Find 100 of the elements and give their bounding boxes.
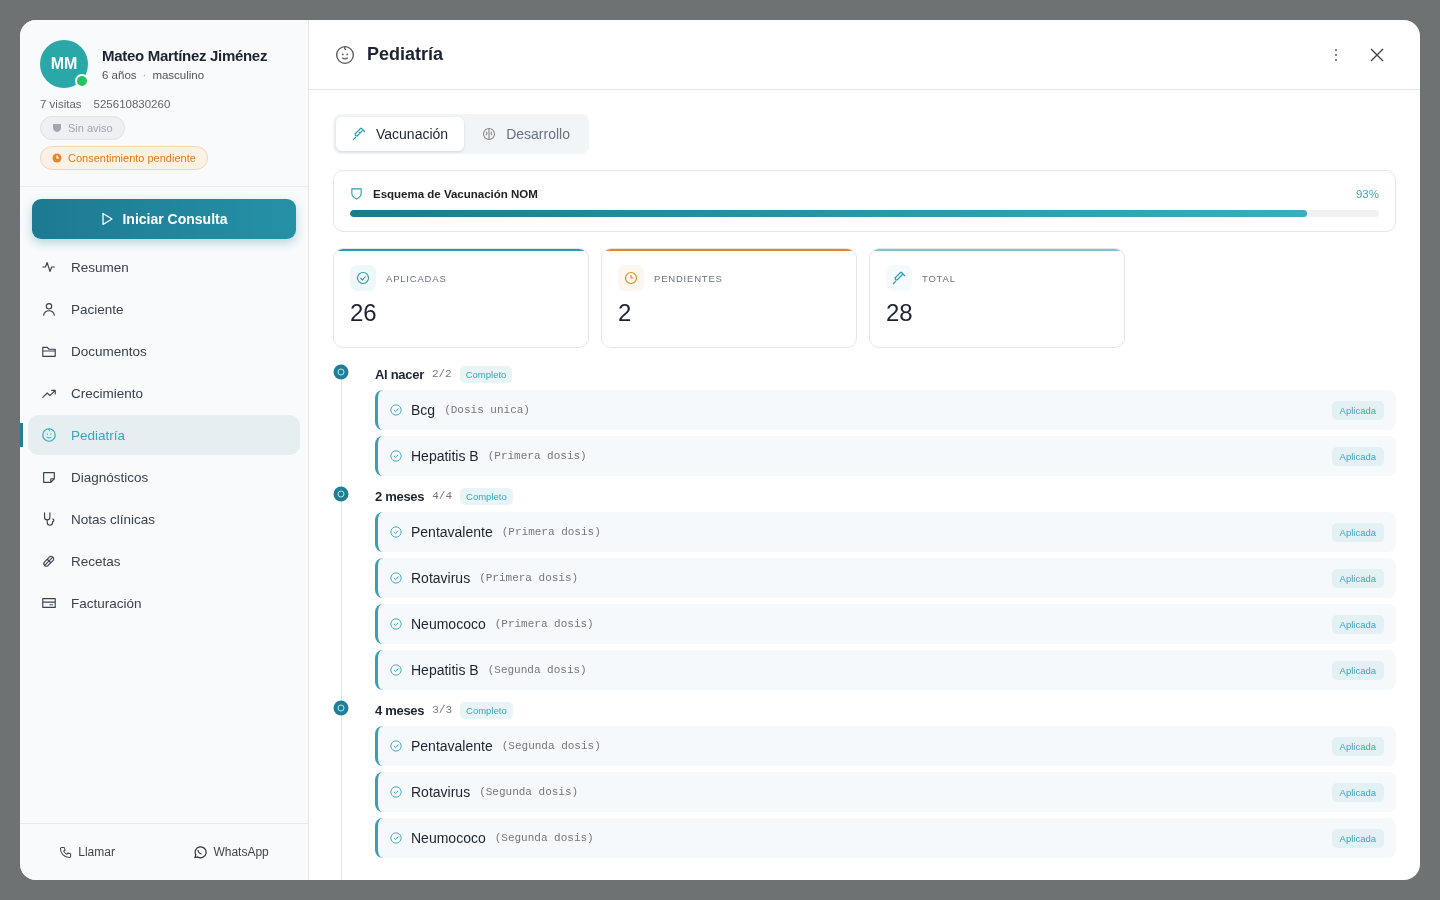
check-circle-icon: [390, 664, 402, 676]
avatar-initials: MM: [50, 55, 78, 73]
shield-icon: [52, 123, 62, 133]
close-icon: [1370, 47, 1384, 62]
phone-icon: [59, 845, 73, 859]
shield-icon: [350, 187, 363, 200]
pulse-icon: [41, 259, 57, 275]
status-badge: Aplicada: [1331, 522, 1384, 542]
vaccine-name: Rotavirus: [411, 784, 471, 800]
vaccine-dose: (Segunda dosis): [479, 786, 579, 798]
stat-value: 2: [618, 299, 633, 327]
timeline-dot-icon: [333, 700, 349, 716]
check-circle-icon: [356, 271, 370, 285]
patient-sex: masculino: [152, 69, 205, 81]
vaccine-dose: (Primera dosis): [479, 572, 579, 584]
vaccine-dose: (Dosis unica): [444, 404, 530, 416]
status-badge: Aplicada: [1331, 400, 1384, 420]
status-tag: Sin aviso: [40, 116, 125, 140]
status-badge: Aplicada: [1331, 614, 1384, 634]
vaccine-dose: (Segunda dosis): [487, 664, 587, 676]
status-badge: Aplicada: [1331, 446, 1384, 466]
status-badge: Aplicada: [1331, 660, 1384, 680]
tab[interactable]: Vacunación: [336, 117, 465, 151]
vaccine-name: Hepatitis B: [411, 448, 479, 464]
group-count: 4/4: [432, 490, 453, 502]
sticky-note-icon: [41, 469, 57, 485]
syringe-icon: [892, 271, 906, 285]
stat-label: PENDIENTES: [654, 272, 723, 284]
vaccine-name: Pentavalente: [411, 738, 493, 754]
check-circle-icon: [390, 618, 402, 630]
call-button[interactable]: Llamar: [53, 841, 121, 863]
complete-badge: Completo: [460, 487, 513, 505]
baby-face-icon: [335, 44, 355, 65]
nav-item[interactable]: Resumen: [28, 247, 300, 287]
nav-item[interactable]: Facturación: [28, 583, 300, 623]
nav-item[interactable]: Documentos: [28, 331, 300, 371]
vaccine-name: Rotavirus: [411, 570, 471, 586]
patient-phone: 525610830260: [93, 98, 171, 110]
check-circle-icon: [390, 572, 402, 584]
status-badge: Aplicada: [1331, 828, 1384, 848]
vaccine-name: Neumococo: [411, 830, 486, 846]
complete-badge: Completo: [460, 701, 513, 719]
status-tag: Consentimiento pendiente: [40, 146, 208, 170]
group-title: Al nacer: [375, 366, 424, 382]
separator-dot: ·: [142, 69, 147, 81]
group-count: 3/3: [432, 704, 453, 716]
visit-count: 7 visitas: [40, 98, 82, 110]
nav-item[interactable]: Crecimiento: [28, 373, 300, 413]
timeline-dot-icon: [333, 364, 349, 380]
check-circle-icon: [390, 404, 402, 416]
complete-badge: Completo: [459, 365, 513, 383]
play-icon: [100, 212, 115, 226]
vertical-dots-icon: [1334, 47, 1338, 62]
vaccine-dose: (Segunda dosis): [501, 740, 601, 752]
card-icon: [41, 595, 57, 611]
vaccine-name: Bcg: [411, 402, 436, 418]
nav-item[interactable]: Notas clínicas: [28, 499, 300, 539]
check-circle-icon: [390, 786, 402, 798]
scheme-title: Esquema de Vacunación NOM: [373, 187, 538, 200]
stethoscope-icon: [41, 511, 57, 527]
person-icon: [41, 301, 57, 317]
group-count: 2/2: [431, 368, 452, 380]
patient-name: Mateo Martínez Jiménez: [102, 47, 268, 64]
check-circle-icon: [390, 450, 402, 462]
vaccine-dose: (Primera dosis): [487, 450, 587, 462]
vaccine-name: Hepatitis B: [411, 662, 479, 678]
active-indicator: [20, 423, 23, 447]
scheme-percent: 93%: [1355, 187, 1379, 200]
pill-icon: [41, 553, 57, 569]
group-title: 4 meses: [375, 702, 425, 718]
vaccine-dose: (Primera dosis): [494, 618, 594, 630]
clock-icon: [52, 153, 62, 163]
start-consultation-button[interactable]: Iniciar Consulta: [32, 199, 296, 239]
stat-label: TOTAL: [922, 272, 956, 284]
page-title: Pediatría: [367, 44, 444, 65]
stat-value: 26: [350, 299, 378, 327]
tab[interactable]: Desarrollo: [466, 117, 586, 151]
stat-label: APLICADAS: [386, 272, 447, 284]
vaccine-dose: (Segunda dosis): [494, 832, 594, 844]
timeline-dot-icon: [333, 486, 349, 502]
patient-age: 6 años: [102, 69, 137, 81]
nav-item[interactable]: Diagnósticos: [28, 457, 300, 497]
nav-item[interactable]: Paciente: [28, 289, 300, 329]
status-badge: Aplicada: [1331, 568, 1384, 588]
stat-value: 28: [886, 299, 914, 327]
vaccine-dose: (Primera dosis): [501, 526, 601, 538]
whatsapp-button[interactable]: WhatsApp: [187, 841, 275, 863]
vaccine-name: Neumococo: [411, 616, 486, 632]
status-badge: Aplicada: [1331, 736, 1384, 756]
check-circle-icon: [390, 832, 402, 844]
baby-face-icon: [41, 427, 57, 443]
check-circle-icon: [390, 740, 402, 752]
nav-item[interactable]: Recetas: [28, 541, 300, 581]
group-title: 2 meses: [375, 488, 425, 504]
vaccine-name: Pentavalente: [411, 524, 493, 540]
check-circle-icon: [390, 526, 402, 538]
clock-icon: [624, 271, 638, 285]
syringe-icon: [352, 127, 366, 141]
status-badge: Aplicada: [1331, 782, 1384, 802]
chat-bubble-icon: [193, 845, 208, 859]
